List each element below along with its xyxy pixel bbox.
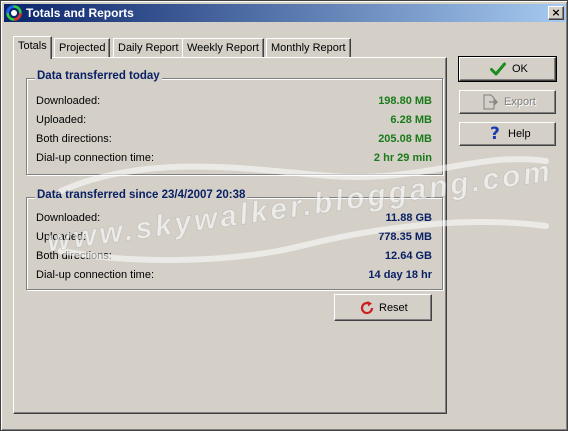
since-both-value: 12.64 GB (384, 250, 432, 262)
today-both-row: Both directions: 205.08 MB (36, 133, 432, 145)
today-downloaded-row: Downloaded: 198.80 MB (36, 95, 432, 107)
since-group-title: Data transferred since 23/4/2007 20:38 (35, 189, 248, 201)
today-uploaded-value: 6.28 MB (390, 114, 432, 126)
reset-button[interactable]: Reset (334, 294, 432, 321)
ok-button[interactable]: OK (458, 56, 557, 82)
since-uploaded-value: 778.35 MB (378, 231, 432, 243)
today-downloaded-value: 198.80 MB (378, 95, 432, 107)
close-icon: × (551, 6, 561, 19)
since-group: Data transferred since 23/4/2007 20:38 D… (26, 189, 443, 290)
checkmark-icon (490, 62, 506, 76)
totals-panel: Data transferred today Downloaded: 198.8… (13, 57, 447, 414)
tab-projected[interactable]: Projected (54, 38, 111, 58)
since-downloaded-value: 11.88 GB (385, 212, 432, 224)
today-group: Data transferred today Downloaded: 198.8… (26, 70, 443, 175)
help-button[interactable]: ? Help (459, 122, 556, 146)
title-bar[interactable]: Totals and Reports × (4, 4, 566, 22)
today-group-title: Data transferred today (35, 70, 162, 82)
today-dialup-row: Dial-up connection time: 2 hr 29 min (36, 152, 432, 164)
app-ring-icon (6, 5, 22, 21)
totals-reports-window: Totals and Reports × Totals Projected Da… (0, 0, 568, 431)
tab-monthly-report[interactable]: Monthly Report (266, 38, 351, 58)
tab-daily-report[interactable]: Daily Report (113, 38, 184, 58)
since-uploaded-row: Uploaded: 778.35 MB (36, 231, 432, 243)
tab-totals[interactable]: Totals (13, 36, 52, 59)
export-button[interactable]: Export (459, 90, 556, 114)
since-both-row: Both directions: 12.64 GB (36, 250, 432, 262)
close-button[interactable]: × (548, 6, 564, 20)
today-dialup-value: 2 hr 29 min (373, 152, 432, 164)
window-title: Totals and Reports (26, 6, 134, 20)
refresh-icon (360, 301, 374, 315)
question-mark-icon: ? (490, 124, 500, 144)
since-downloaded-row: Downloaded: 11.88 GB (36, 212, 432, 224)
today-both-value: 205.08 MB (378, 133, 432, 145)
since-dialup-row: Dial-up connection time: 14 day 18 hr (36, 269, 432, 281)
tab-weekly-report[interactable]: Weekly Report (182, 38, 264, 58)
export-icon (483, 94, 498, 110)
since-dialup-value: 14 day 18 hr (368, 269, 432, 281)
today-uploaded-row: Uploaded: 6.28 MB (36, 114, 432, 126)
